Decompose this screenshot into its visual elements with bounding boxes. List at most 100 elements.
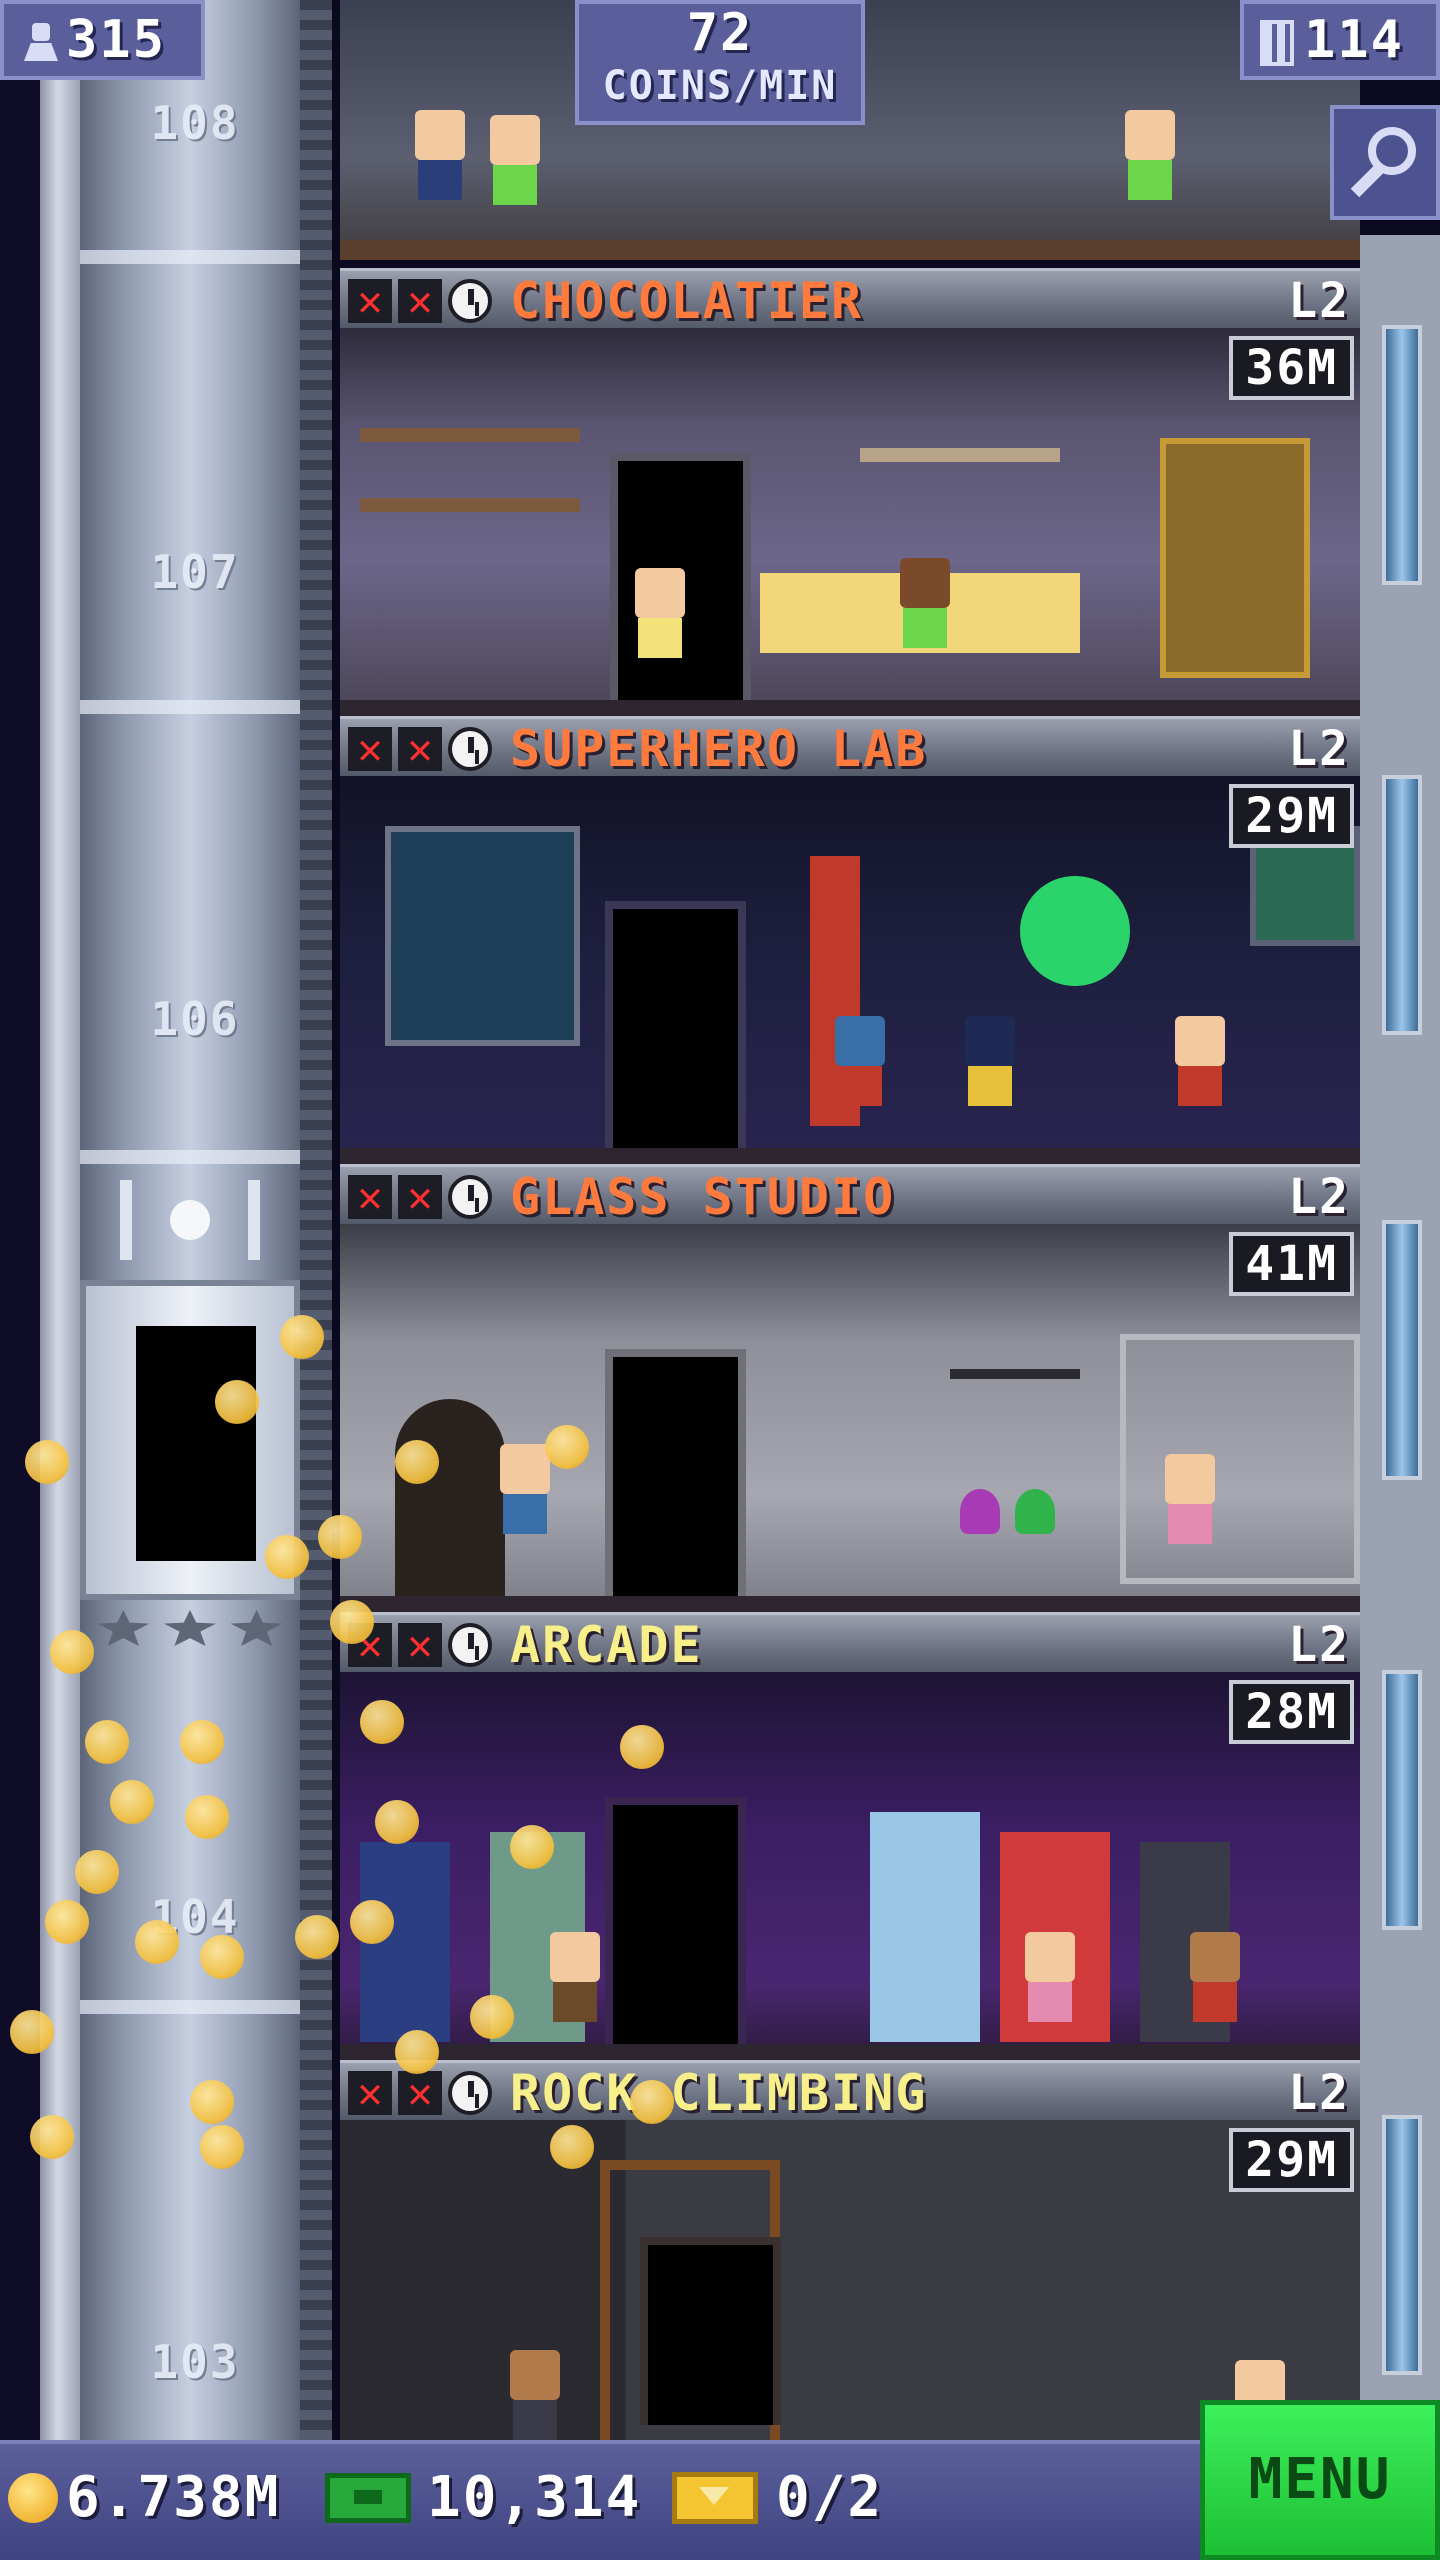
- floor-room[interactable]: 29M: [340, 2120, 1360, 2440]
- x-mark-icon: ✕: [398, 1175, 442, 1219]
- stock-badge: 29M: [1229, 2128, 1354, 2192]
- bitizen[interactable]: [505, 2350, 565, 2440]
- shelf: [360, 498, 580, 512]
- x-mark-icon: ✕: [348, 727, 392, 771]
- exterior-window: [1382, 2115, 1422, 2375]
- tool-rack: [950, 1369, 1080, 1379]
- coin-icon: [45, 1900, 89, 1944]
- coin-icon: [75, 1850, 119, 1894]
- floor-arcade[interactable]: ✕ ✕ ARCADE L2 28M: [340, 1612, 1360, 2060]
- stock-badge: 36M: [1229, 336, 1354, 400]
- shaft-floor-divider: [80, 2000, 300, 2014]
- shaft-floor-divider: [80, 700, 300, 714]
- bitizen[interactable]: [895, 558, 955, 648]
- shaft-floor-divider: [80, 250, 300, 264]
- bitizen[interactable]: [1185, 1932, 1245, 2022]
- floor-name: CHOCOLATIER: [510, 272, 864, 330]
- building-icon: [1260, 20, 1294, 66]
- coins-rate-panel[interactable]: 72 COINS/MIN: [575, 0, 865, 125]
- menu-button[interactable]: MENU: [1200, 2400, 1440, 2560]
- floor-name: ROCK CLIMBING: [510, 2064, 928, 2122]
- floor-base: [340, 1148, 1360, 1164]
- bitizen[interactable]: [545, 1932, 605, 2022]
- coin-icon: [265, 1535, 309, 1579]
- exterior-window: [1382, 325, 1422, 585]
- tickets-balance[interactable]: 0/2: [672, 2466, 883, 2530]
- shaft-rail-left: [40, 0, 80, 2440]
- clock-icon: [448, 279, 492, 323]
- tower-bux-balance[interactable]: 10,314: [325, 2466, 641, 2530]
- floor-level: L2: [1288, 1617, 1350, 1673]
- floor-glass-studio[interactable]: ✕ ✕ GLASS STUDIO L2 41M: [340, 1164, 1360, 1612]
- floor-header[interactable]: ✕ ✕ SUPERHERO LAB L2: [340, 716, 1360, 776]
- bitizen[interactable]: [1020, 1932, 1080, 2022]
- floor-level: L2: [1288, 1169, 1350, 1225]
- chocolate-vat: [1160, 438, 1310, 678]
- floor-superhero-lab[interactable]: ✕ ✕ SUPERHERO LAB L2 29M: [340, 716, 1360, 1164]
- floor-room[interactable]: 36M: [340, 328, 1360, 716]
- building-exterior: [1360, 235, 1440, 2440]
- bitizen[interactable]: [960, 1016, 1020, 1106]
- star-icon: [163, 1610, 216, 1646]
- x-mark-icon: ✕: [398, 1623, 442, 1667]
- floor-header[interactable]: ✕ ✕ GLASS STUDIO L2: [340, 1164, 1360, 1224]
- person-icon: [24, 23, 58, 63]
- x-mark-icon: ✕: [398, 279, 442, 323]
- claw-machine: [870, 1812, 980, 2042]
- floor-counter[interactable]: 114: [1240, 0, 1440, 80]
- population-value: 315: [66, 10, 166, 70]
- tower-bux-icon: [325, 2473, 411, 2523]
- floor-level: L2: [1288, 721, 1350, 777]
- bitizen[interactable]: [495, 1444, 555, 1534]
- floor-header[interactable]: ✕ ✕ ROCK CLIMBING L2: [340, 2060, 1360, 2120]
- floor-status-icons: ✕ ✕: [348, 1175, 492, 1219]
- x-mark-icon: ✕: [348, 279, 392, 323]
- glass-vase: [960, 1489, 1000, 1534]
- coin-icon: [350, 1900, 394, 1944]
- floor-name: GLASS STUDIO: [510, 1168, 896, 1226]
- floor-room[interactable]: 29M: [340, 776, 1360, 1164]
- coin-icon: [470, 1995, 514, 2039]
- coin-icon: [135, 1920, 179, 1964]
- coin-icon: [10, 2010, 54, 2054]
- glass-display-shelf: [1120, 1334, 1360, 1584]
- x-mark-icon: ✕: [348, 1175, 392, 1219]
- bitizen[interactable]: [630, 568, 690, 658]
- bitizen[interactable]: [485, 115, 545, 205]
- coin-icon: [190, 2080, 234, 2124]
- floor-status-icons: ✕ ✕: [348, 2071, 492, 2115]
- floor-header[interactable]: ✕ ✕ CHOCOLATIER L2: [340, 268, 1360, 328]
- coin-icon: [200, 2125, 244, 2169]
- coins-value: 6.738M: [66, 2465, 281, 2530]
- tower-bux-value: 10,314: [427, 2465, 642, 2530]
- population-counter[interactable]: 315: [0, 0, 205, 80]
- floor-header[interactable]: ✕ ✕ ARCADE L2: [340, 1612, 1360, 1672]
- coin-icon: [395, 1440, 439, 1484]
- coin-icon: [375, 1800, 419, 1844]
- exterior-window: [1382, 775, 1422, 1035]
- floor-room[interactable]: 41M: [340, 1224, 1360, 1612]
- bitizen[interactable]: [830, 1016, 890, 1106]
- floor-name: ARCADE: [510, 1616, 703, 1674]
- floor-status-icons: ✕ ✕: [348, 279, 492, 323]
- bitizen[interactable]: [1160, 1454, 1220, 1544]
- search-button[interactable]: [1330, 105, 1440, 220]
- coin-icon: [200, 1935, 244, 1979]
- stock-badge: 41M: [1229, 1232, 1354, 1296]
- shaft-floor-number: 107: [150, 545, 240, 599]
- coin-icon: [318, 1515, 362, 1559]
- bitizen[interactable]: [1170, 1016, 1230, 1106]
- room-door: [640, 2237, 781, 2425]
- bitizen[interactable]: [410, 110, 470, 200]
- coin-icon: [630, 2080, 674, 2124]
- bitizen[interactable]: [1120, 110, 1180, 200]
- xray-screen: [385, 826, 580, 1046]
- tickets-value: 0/2: [776, 2465, 884, 2530]
- coin-icon: [330, 1600, 374, 1644]
- coins-balance[interactable]: 6.738M: [8, 2466, 280, 2530]
- stock-badge: 28M: [1229, 1680, 1354, 1744]
- floor-level: L2: [1288, 273, 1350, 329]
- coin-icon: [30, 2115, 74, 2159]
- floor-rock-climbing[interactable]: ✕ ✕ ROCK CLIMBING L2 29M: [340, 2060, 1360, 2440]
- floor-chocolatier[interactable]: ✕ ✕ CHOCOLATIER L2 36M: [340, 268, 1360, 716]
